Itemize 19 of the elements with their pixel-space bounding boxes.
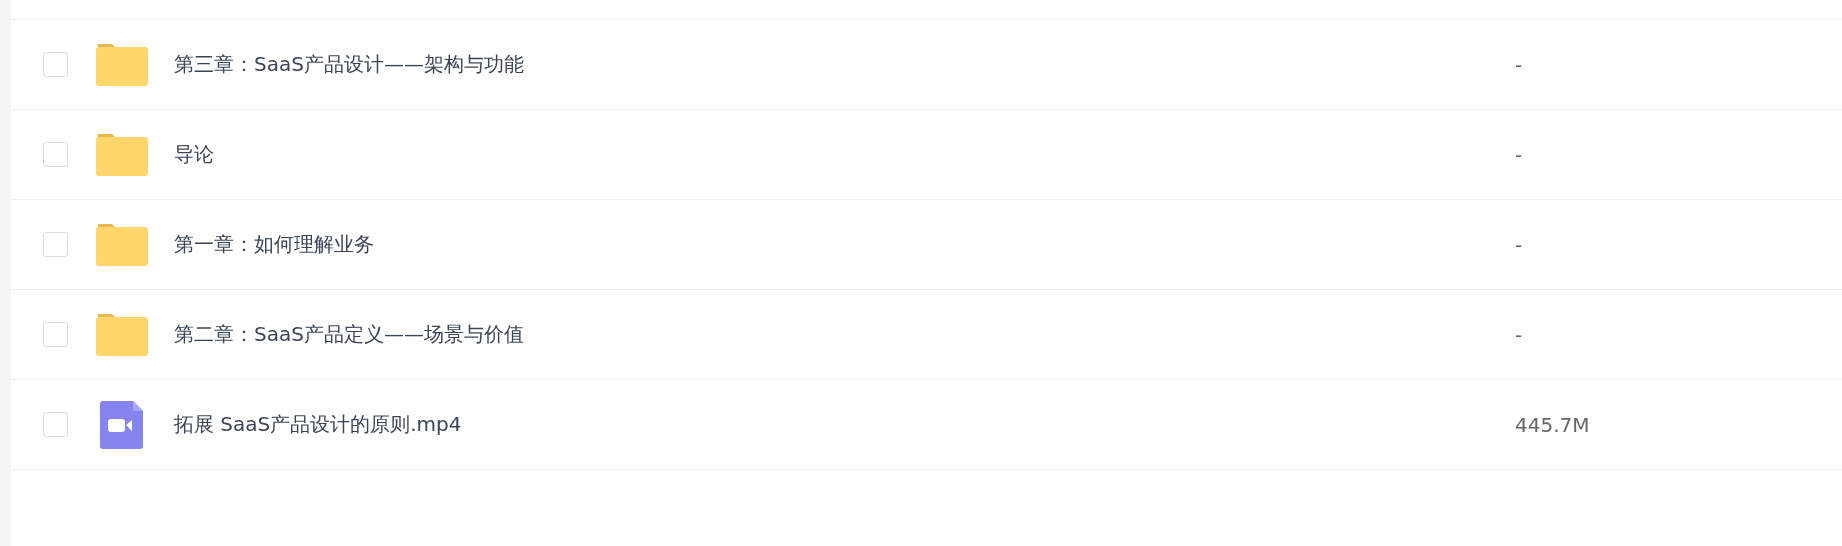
folder-icon (96, 43, 148, 86)
file-size: - (1515, 52, 1523, 77)
file-name[interactable]: 第一章：如何理解业务 (174, 231, 1174, 258)
folder-icon (96, 313, 148, 356)
folder-icon (96, 133, 148, 176)
file-size: - (1515, 142, 1523, 167)
file-size: 445.7M (1515, 412, 1590, 437)
file-name[interactable]: 拓展 SaaS产品设计的原则.mp4 (174, 411, 1174, 438)
file-name[interactable]: 第三章：SaaS产品设计——架构与功能 (174, 51, 1174, 78)
file-name[interactable]: 第二章：SaaS产品定义——场景与价值 (174, 321, 1174, 348)
checkbox[interactable] (43, 52, 68, 77)
checkbox[interactable] (43, 232, 68, 257)
checkbox[interactable] (43, 322, 68, 347)
file-name[interactable]: 导论 (174, 141, 1174, 168)
checkbox[interactable] (43, 412, 68, 437)
checkbox[interactable] (43, 142, 68, 167)
file-size: - (1515, 322, 1523, 347)
folder-icon (96, 223, 148, 266)
file-size: - (1515, 232, 1523, 257)
